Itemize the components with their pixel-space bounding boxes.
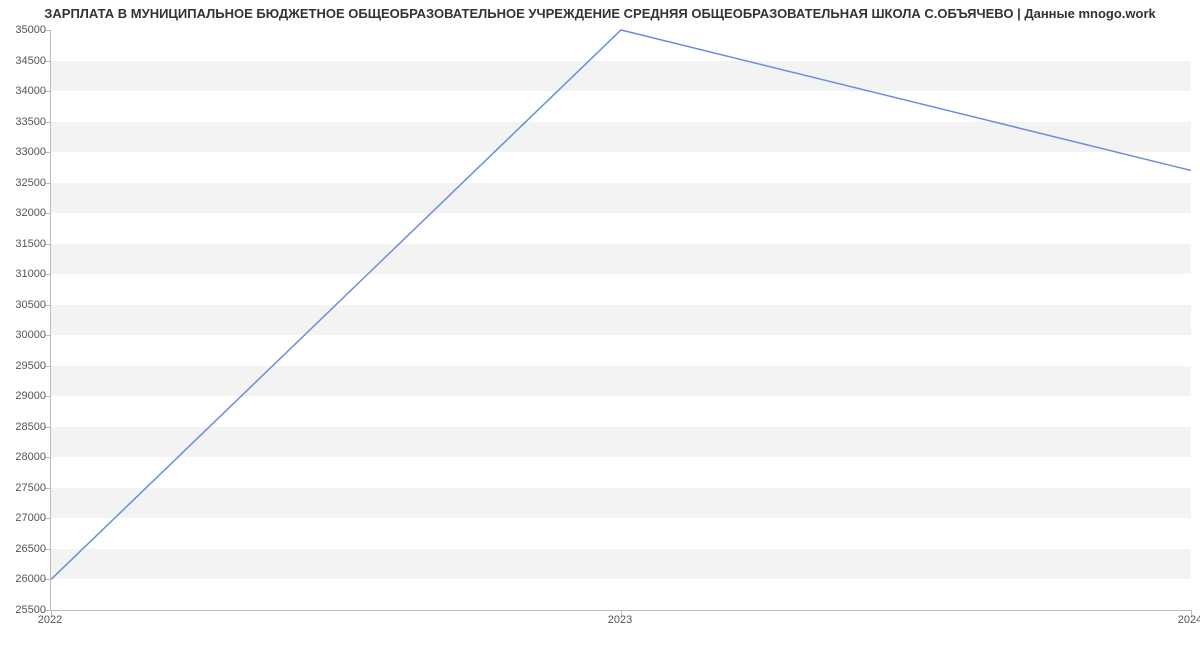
y-tick-label: 28500 [15,421,46,433]
x-tick-label: 2024 [1178,614,1200,626]
chart-title: ЗАРПЛАТА В МУНИЦИПАЛЬНОЕ БЮДЖЕТНОЕ ОБЩЕО… [0,6,1200,21]
y-tick-label: 33500 [15,116,46,128]
y-tick-label: 35000 [15,24,46,36]
y-tick-label: 31500 [15,238,46,250]
y-tick-label: 30500 [15,299,46,311]
y-tick-label: 33000 [15,146,46,158]
line-layer [51,30,1191,610]
y-tick-label: 34000 [15,85,46,97]
plot-area [50,30,1191,611]
y-tick-label: 32000 [15,207,46,219]
y-tick-label: 27500 [15,482,46,494]
y-tick-label: 28000 [15,451,46,463]
y-tick-label: 32500 [15,177,46,189]
y-tick-label: 31000 [15,268,46,280]
y-tick-label: 34500 [15,55,46,67]
y-tick-label: 29000 [15,390,46,402]
x-tick-label: 2022 [38,614,62,626]
x-tick-label: 2023 [608,614,632,626]
y-tick-label: 26000 [15,573,46,585]
series-line [51,30,1191,579]
y-tick-label: 29500 [15,360,46,372]
y-tick-label: 27000 [15,512,46,524]
y-tick-label: 30000 [15,329,46,341]
y-tick-label: 26500 [15,543,46,555]
chart-container: ЗАРПЛАТА В МУНИЦИПАЛЬНОЕ БЮДЖЕТНОЕ ОБЩЕО… [0,0,1200,650]
